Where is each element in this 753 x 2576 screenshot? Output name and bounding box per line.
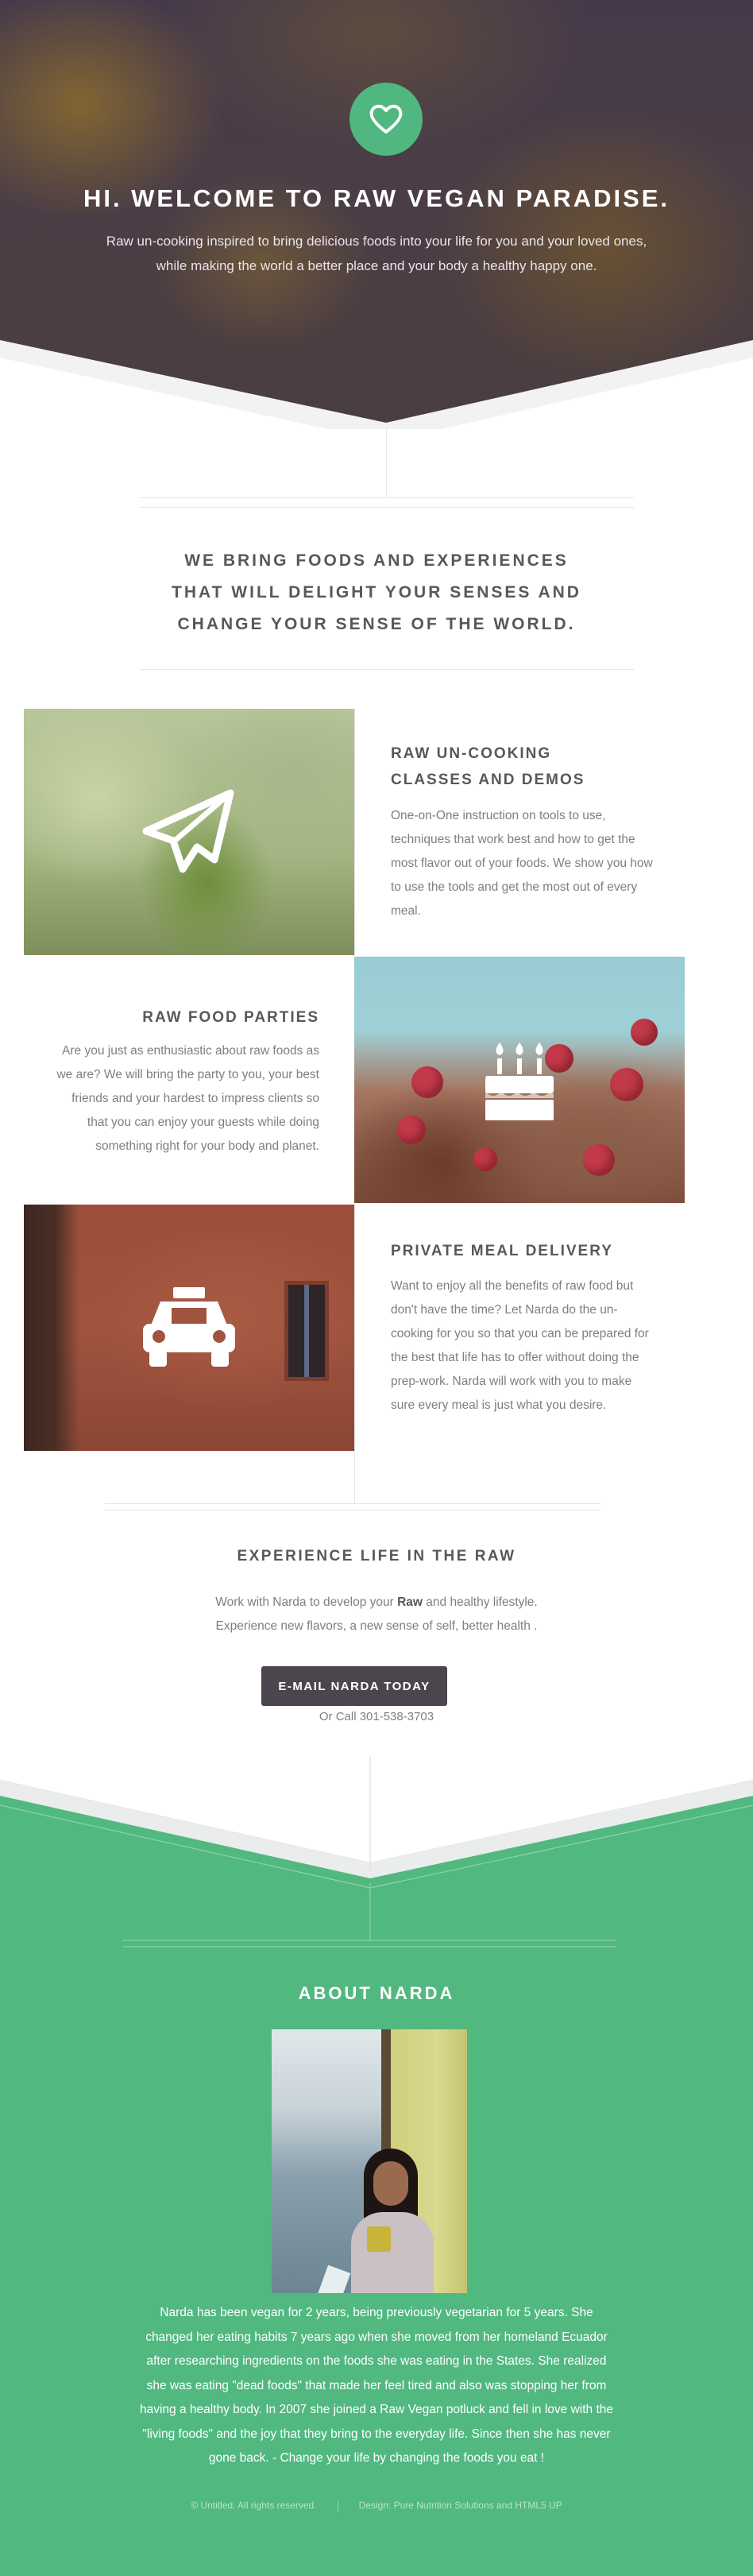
cta-heading: EXPERIENCE LIFE IN THE RAW [237, 1548, 516, 1565]
about-text-line: changed her eating habits 7 years ago wh… [145, 2330, 608, 2344]
feature-text-line: One-on-One instruction on tools to use, [391, 809, 606, 822]
photo-mug [367, 2226, 391, 2252]
feature-text-line: cooking for you so that you can be prepa… [391, 1327, 649, 1340]
photo-body [351, 2212, 434, 2293]
feature-text-line: the best that life has to offer without … [391, 1351, 639, 1364]
cta-text-line: Work with Narda to develop your Raw and … [0, 1591, 753, 1615]
about-text-line: after researching ingredients on the foo… [146, 2354, 607, 2368]
feature-image-raspberries [354, 957, 685, 1203]
feature-text-line: something right for your body and planet… [95, 1139, 319, 1153]
divider-horizontal [105, 1503, 600, 1504]
intro-heading-line: WE BRING FOODS AND EXPERIENCES [184, 551, 569, 570]
about-text-line: gone back. - Change your life by changin… [208, 2451, 545, 2465]
feature-text-parties: Are you just as enthusiastic about raw f… [32, 1039, 319, 1158]
cta-text-fragment: and healthy lifestyle. [422, 1595, 538, 1609]
feature-image-grass [24, 709, 354, 955]
footer: © Untitled. All rights reserved. Design: … [0, 2500, 753, 2512]
cta-text: Work with Narda to develop your Raw and … [0, 1591, 753, 1638]
about-text-line: Narda has been vegan for 2 years, being … [160, 2306, 593, 2319]
feature-text-classes: One-on-One instruction on tools to use, … [391, 804, 689, 923]
taxi-icon [143, 1287, 235, 1367]
feature-title-line: CLASSES AND DEMOS [391, 772, 585, 788]
feature-text-line: sure every meal is just what you desire. [391, 1398, 607, 1412]
call-phone-text: Or Call 301-538-3703 [319, 1710, 434, 1723]
narda-photo [272, 2029, 467, 2293]
feature-text-line: Are you just as enthusiastic about raw f… [62, 1044, 319, 1058]
photo-face [373, 2161, 408, 2206]
intro-heading: WE BRING FOODS AND EXPERIENCES THAT WILL… [0, 545, 753, 640]
divider-horizontal [140, 669, 634, 670]
cta-text-line: Experience new flavors, a new sense of s… [215, 1619, 538, 1633]
about-text-line: "living foods" and the joy that they bri… [142, 2427, 611, 2441]
hero-chevron-divider [0, 340, 753, 429]
feature-title-delivery: PRIVATE MEAL DELIVERY [391, 1238, 689, 1264]
feature-title-line: RAW UN-COOKING [391, 745, 552, 762]
about-text: Narda has been vegan for 2 years, being … [111, 2301, 642, 2471]
feature-text-line: most flavor out of your foods. We show y… [391, 857, 653, 870]
feature-text-line: to use the tools and get the most out of… [391, 880, 638, 894]
divider-horizontal [140, 497, 634, 498]
feature-text-line: we are? We will bring the party to you, … [56, 1068, 319, 1081]
footer-copyright: © Untitled. All rights reserved. [191, 2500, 317, 2511]
paper-plane-icon [142, 789, 234, 873]
feature-title-classes: RAW UN-COOKING CLASSES AND DEMOS [391, 741, 689, 793]
feature-text-line: don't have the time? Let Narda do the un… [391, 1303, 618, 1317]
feature-title-line: RAW FOOD PARTIES [142, 1009, 319, 1026]
about-text-line: having a healthy body. In 2007 she joine… [139, 2403, 613, 2416]
birthday-cake-icon [485, 1042, 554, 1120]
feature-title-line: PRIVATE MEAL DELIVERY [391, 1243, 613, 1259]
hero-banner: HI. WELCOME TO RAW VEGAN PARADISE. Raw u… [0, 0, 753, 429]
footer-credit-link[interactable]: Design: Pure Nutrition Solutions and HTM… [359, 2500, 562, 2511]
about-heading: ABOUT NARDA [298, 1983, 455, 2003]
divider-horizontal [140, 507, 634, 508]
cta-text-fragment: Work with Narda to develop your [215, 1595, 398, 1609]
feature-text-line: techniques that work best and how to get… [391, 833, 635, 846]
intro-heading-line: CHANGE YOUR SENSE OF THE WORLD. [177, 615, 576, 633]
feature-text-line: prep-work. Narda will work with you to m… [391, 1375, 632, 1388]
cta-text-bold: Raw [397, 1595, 423, 1609]
about-text-line: she was eating "dead foods" that made he… [146, 2378, 607, 2392]
photo-rail [311, 2265, 351, 2293]
feature-text-line: friends and your hardest to impress clie… [71, 1092, 319, 1105]
feature-text-line: meal. [391, 904, 421, 918]
feature-text-line: Want to enjoy all the benefits of raw fo… [391, 1279, 634, 1293]
email-narda-button[interactable]: E-MAIL NARDA TODAY [261, 1666, 447, 1706]
divider-vertical [386, 429, 387, 497]
feature-image-adobe-building [24, 1205, 354, 1451]
feature-text-line: that you can enjoy your guests while doi… [87, 1116, 319, 1129]
feature-title-parties: RAW FOOD PARTIES [32, 1004, 319, 1031]
intro-heading-line: THAT WILL DELIGHT YOUR SENSES AND [172, 583, 581, 601]
feature-text-delivery: Want to enjoy all the benefits of raw fo… [391, 1274, 689, 1418]
